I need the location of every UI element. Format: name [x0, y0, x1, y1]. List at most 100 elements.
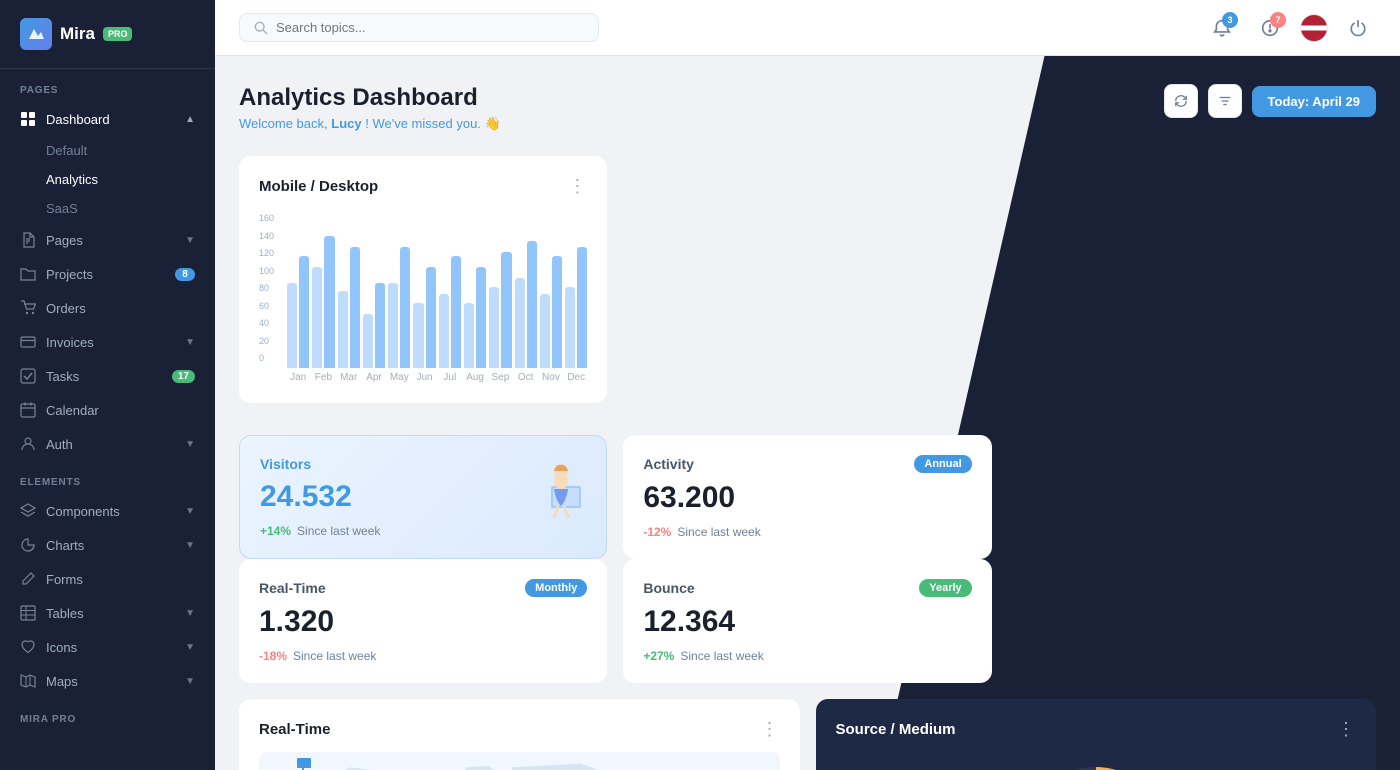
logo-area: Mira PRO: [0, 0, 215, 69]
pages-section-label: PAGES: [0, 69, 215, 102]
sidebar-item-charts[interactable]: Charts ▼: [0, 528, 215, 562]
search-input[interactable]: [276, 20, 584, 35]
bounce-badge: Yearly: [919, 579, 971, 597]
visitors-since: Since last week: [297, 524, 380, 538]
notifications-button[interactable]: 3: [1204, 10, 1240, 46]
world-map: [259, 752, 780, 770]
calendar-label: Calendar: [46, 403, 99, 418]
tasks-label: Tasks: [46, 369, 79, 384]
sidebar-item-auth[interactable]: Auth ▼: [0, 427, 215, 461]
activity-header: Activity Annual: [643, 455, 971, 473]
sidebar-item-icons[interactable]: Icons ▼: [0, 630, 215, 664]
activity-since: Since last week: [677, 525, 760, 539]
sidebar-item-pages[interactable]: Pages ▼: [0, 223, 215, 257]
realtime-since: Since last week: [293, 649, 376, 663]
mobile-desktop-more-button[interactable]: ⋮: [568, 176, 587, 197]
sidebar-item-orders[interactable]: Orders: [0, 291, 215, 325]
date-button[interactable]: Today: April 29: [1252, 86, 1376, 117]
calendar-icon: [20, 402, 36, 418]
map-more-button[interactable]: ⋮: [761, 719, 780, 740]
table-icon: [20, 605, 36, 621]
tables-chevron-icon: ▼: [185, 608, 195, 619]
map-icon: [20, 673, 36, 689]
auth-chevron-icon: ▼: [185, 439, 195, 450]
flag-button[interactable]: [1300, 14, 1328, 42]
sidebar-subitem-default[interactable]: Default: [0, 136, 215, 165]
cart-icon: [20, 300, 36, 316]
orders-label: Orders: [46, 301, 86, 316]
invoices-label: Invoices: [46, 335, 94, 350]
visitors-change: +14%: [260, 524, 291, 538]
realtime-label: Real-Time: [259, 580, 326, 596]
chevron-down-2-icon: ▼: [185, 337, 195, 348]
y-axis-labels: 160140120100806040200: [259, 213, 274, 363]
icons-label: Icons: [46, 640, 77, 655]
projects-label: Projects: [46, 267, 93, 282]
source-more-button[interactable]: ⋮: [1337, 719, 1356, 740]
pages-label: Pages: [46, 233, 83, 248]
check-square-icon: [20, 368, 36, 384]
map-header: Real-Time ⋮: [259, 719, 780, 740]
sidebar-item-tasks[interactable]: Tasks 17: [0, 359, 215, 393]
activity-label: Activity: [643, 456, 694, 472]
mobile-desktop-header: Mobile / Desktop ⋮: [259, 176, 587, 197]
components-chevron-icon: ▼: [185, 506, 195, 517]
bounce-footer: +27% Since last week: [643, 649, 971, 663]
realtime-badge: Monthly: [525, 579, 587, 597]
bar-chart-container: 160140120100806040200: [259, 213, 587, 383]
main-content: 3 7: [215, 0, 1400, 770]
refresh-icon: [1174, 94, 1188, 108]
credit-card-icon: [20, 334, 36, 350]
visitors-label: Visitors: [260, 456, 311, 472]
alerts-button[interactable]: 7: [1252, 10, 1288, 46]
maps-chevron-icon: ▼: [185, 676, 195, 687]
sidebar-subitem-analytics[interactable]: Analytics: [0, 165, 215, 194]
content-wrapper: Analytics Dashboard Welcome back, Lucy !…: [215, 56, 1400, 770]
mobile-desktop-title: Mobile / Desktop: [259, 178, 378, 195]
bar-chart-bars: [287, 213, 587, 368]
x-axis-labels: Jan Feb Mar Apr May Jun Jul Aug Sep Oct: [287, 372, 587, 383]
tables-label: Tables: [46, 606, 84, 621]
realtime-value: 1.320: [259, 605, 587, 639]
charts-chevron-icon: ▼: [185, 540, 195, 551]
sidebar-subitem-saas[interactable]: SaaS: [0, 194, 215, 223]
pro-badge: PRO: [103, 27, 133, 41]
realtime-header: Real-Time Monthly: [259, 579, 587, 597]
sidebar-item-components[interactable]: Components ▼: [0, 494, 215, 528]
sidebar-item-tables[interactable]: Tables ▼: [0, 596, 215, 630]
elements-section-label: ELEMENTS: [0, 461, 215, 494]
bounce-change: +27%: [643, 649, 674, 663]
donut-chart-wrap: +23% new visitors: [836, 756, 1357, 770]
filter-icon: [1218, 94, 1232, 108]
sidebar-item-invoices[interactable]: Invoices ▼: [0, 325, 215, 359]
sidebar-item-forms[interactable]: Forms: [0, 562, 215, 596]
refresh-button[interactable]: [1164, 84, 1198, 118]
power-button[interactable]: [1340, 10, 1376, 46]
sidebar-item-projects[interactable]: Projects 8: [0, 257, 215, 291]
edit-icon: [20, 571, 36, 587]
components-label: Components: [46, 504, 120, 519]
sidebar-item-maps[interactable]: Maps ▼: [0, 664, 215, 698]
header-actions: Today: April 29: [1164, 84, 1376, 118]
bounce-value: 12.364: [643, 605, 971, 639]
filter-button[interactable]: [1208, 84, 1242, 118]
donut-svg: [1016, 756, 1176, 770]
bounce-header: Bounce Yearly: [643, 579, 971, 597]
bounce-since: Since last week: [680, 649, 763, 663]
alerts-badge: 7: [1270, 12, 1286, 28]
file-icon: [20, 232, 36, 248]
sidebar-item-calendar[interactable]: Calendar: [0, 393, 215, 427]
realtime-card: Real-Time Monthly 1.320 -18% Since last …: [239, 559, 607, 683]
page-header: Analytics Dashboard Welcome back, Lucy !…: [239, 84, 1376, 132]
chevron-down-icon: ▼: [185, 235, 195, 246]
mirapro-section-label: MIRA PRO: [0, 698, 215, 731]
app-name: Mira: [60, 24, 95, 44]
page-subtitle: Welcome back, Lucy ! We've missed you. 👋: [239, 116, 501, 132]
activity-badge: Annual: [914, 455, 971, 473]
page-title-area: Analytics Dashboard Welcome back, Lucy !…: [239, 84, 501, 132]
grid-icon: [20, 111, 36, 127]
search-bar[interactable]: [239, 13, 599, 42]
map-title: Real-Time: [259, 721, 330, 738]
sidebar-item-dashboard[interactable]: Dashboard ▲: [0, 102, 215, 136]
page-title: Analytics Dashboard: [239, 84, 501, 112]
